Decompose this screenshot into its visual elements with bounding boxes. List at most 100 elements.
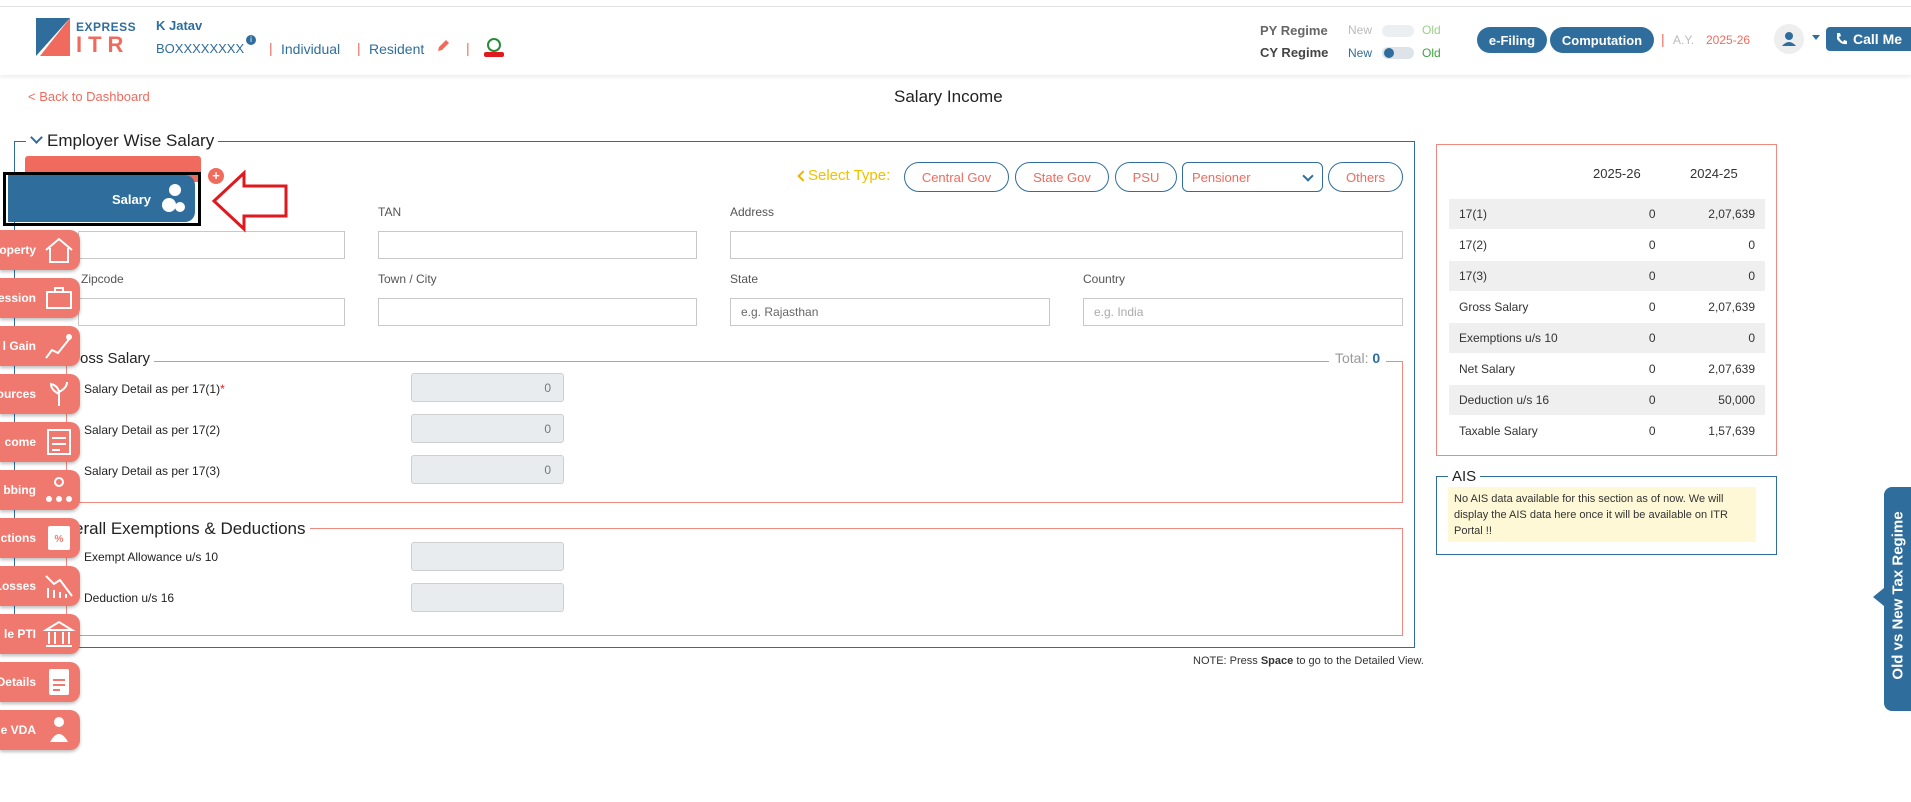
emblem-icon (480, 37, 508, 59)
cy-regime-toggle[interactable] (1382, 47, 1414, 59)
note-suffix: to go to the Detailed View. (1293, 655, 1424, 667)
summary-year1-header: 2025-26 (1593, 166, 1641, 181)
bank-icon (42, 620, 76, 647)
row-value-year1: 0 (1625, 415, 1666, 446)
ay-label: A.Y. (1673, 33, 1695, 47)
chevron-down-icon[interactable] (30, 131, 43, 144)
chevron-down-icon[interactable] (1812, 35, 1820, 40)
deduction-16-field[interactable] (411, 583, 564, 612)
salary-17-3-field[interactable]: 0 (411, 455, 564, 484)
salary-17-2-label: Salary Detail as per 17(2) (84, 423, 221, 437)
sidebar-item-capital-gain[interactable]: l Gain (0, 326, 80, 366)
house-icon (45, 237, 73, 263)
exemptions-panel (66, 528, 1403, 636)
back-to-dashboard-link[interactable]: < Back to Dashboard (28, 89, 150, 104)
sidebar-item-other-sources[interactable]: ources (0, 374, 80, 414)
type-others[interactable]: Others (1328, 162, 1403, 192)
state-label: State (730, 272, 759, 286)
sidebar-item-label: operty (0, 243, 36, 257)
type-state-gov[interactable]: State Gov (1015, 162, 1109, 192)
sidebar-item-label: le PTI (3, 627, 36, 641)
old-vs-new-regime-label: Old vs New Tax Regime (1889, 511, 1907, 680)
ais-legend: AIS (1448, 468, 1481, 485)
gross-total-value: 0 (1372, 350, 1381, 366)
address-field[interactable] (730, 231, 1403, 259)
salary-17-1-field[interactable]: 0 (411, 373, 564, 402)
table-row: Gross Salary 0 2,07,639 (1449, 291, 1765, 323)
note-key: Space (1260, 655, 1294, 667)
row-value-year1: 0 (1625, 260, 1666, 292)
sidebar-item-profession[interactable]: ession (0, 278, 80, 318)
country-field[interactable]: e.g. India (1083, 298, 1403, 326)
plant-icon (49, 381, 68, 406)
py-regime-label: PY Regime (1260, 23, 1328, 38)
py-regime-toggle (1382, 25, 1414, 37)
edit-pencil-icon[interactable] (436, 39, 450, 53)
table-row: Taxable Salary 0 1,57,639 (1449, 415, 1765, 446)
separator: | (269, 40, 273, 56)
table-row: Net Salary 0 2,07,639 (1449, 353, 1765, 385)
tan-field[interactable] (378, 231, 697, 259)
sidebar-item-exempt-pti[interactable]: le PTI (0, 614, 80, 654)
row-label: Net Salary (1449, 353, 1626, 385)
row-label: Deduction u/s 16 (1449, 384, 1626, 416)
row-value-year1: 0 (1625, 322, 1666, 354)
pensioner-option: Pensioner (1192, 169, 1251, 185)
sidebar-item-property[interactable]: operty (0, 230, 80, 270)
sidebar-item-income[interactable]: come (0, 422, 80, 462)
computation-button[interactable]: Computation (1550, 27, 1654, 53)
user-name: K Jatav (156, 18, 203, 33)
page-title: Salary Income (894, 87, 1003, 106)
row-value-year2: 2,07,639 (1665, 291, 1765, 323)
decline-chart-icon (45, 575, 73, 598)
separator: | (357, 40, 361, 56)
call-me-button[interactable]: Call Me (1826, 27, 1911, 51)
row-value-year2: 2,07,639 (1665, 198, 1765, 230)
employer-name-field[interactable] (78, 231, 345, 259)
exempt-allowance-field[interactable] (411, 542, 564, 571)
type-pensioner-select[interactable]: Pensioner (1182, 162, 1323, 192)
zipcode-field[interactable] (78, 298, 345, 326)
logo-text-itr: ITR (76, 32, 130, 57)
sidebar-item-vda[interactable]: le VDA (0, 710, 80, 750)
svg-text:%: % (55, 534, 64, 545)
sidebar-item-tax-details[interactable]: Details (0, 662, 80, 702)
row-label: Exemptions u/s 10 (1449, 322, 1626, 354)
sidebar-item-label: le VDA (0, 723, 36, 737)
ay-value[interactable]: 2025-26 (1706, 33, 1750, 47)
ais-message: No AIS data available for this section a… (1448, 487, 1756, 542)
profile-avatar[interactable] (1774, 24, 1804, 54)
exempt-allowance-label: Exempt Allowance u/s 10 (84, 550, 219, 564)
salary-17-2-field[interactable]: 0 (411, 414, 564, 443)
status-individual[interactable]: Individual (281, 41, 340, 57)
sidebar-item-label: ources (0, 387, 36, 401)
required-asterisk: * (220, 382, 225, 396)
efiling-button[interactable]: e-Filing (1477, 27, 1547, 53)
row-value-year1: 0 (1625, 384, 1666, 416)
state-field[interactable]: e.g. Rajasthan (730, 298, 1050, 326)
tan-label: TAN (378, 205, 402, 219)
row-value-year2: 0 (1665, 322, 1765, 354)
row-label: Taxable Salary (1449, 415, 1626, 446)
express-itr-logo[interactable]: EXPRESS ITR (36, 18, 136, 58)
person-coin-icon (50, 717, 68, 742)
old-vs-new-regime-tab[interactable]: Old vs New Tax Regime (1884, 487, 1911, 711)
info-icon[interactable]: i (246, 35, 256, 45)
tax-document-icon (49, 669, 69, 695)
sidebar-item-losses[interactable]: Losses (0, 566, 80, 606)
town-field[interactable] (378, 298, 697, 326)
gross-salary-panel (66, 361, 1403, 503)
sidebar-item-label: ctions (0, 531, 36, 545)
gross-total: Total: 0 (1329, 350, 1387, 366)
type-psu[interactable]: PSU (1115, 162, 1177, 192)
sidebar-item-clubbing[interactable]: bbing (0, 470, 80, 510)
toggle-knob (1384, 48, 1394, 58)
sidebar-item-deductions[interactable]: ctions% (0, 518, 80, 558)
type-central-gov[interactable]: Central Gov (904, 162, 1009, 192)
employer-legend[interactable]: Employer Wise Salary (26, 131, 219, 151)
salary-17-1-text: Salary Detail as per 17(1) (84, 382, 221, 396)
tax-calculator-icon (47, 429, 71, 455)
residency-resident[interactable]: Resident (369, 41, 424, 57)
employer-legend-label: Employer Wise Salary (47, 131, 215, 150)
gross-total-label: Total: (1335, 350, 1369, 366)
